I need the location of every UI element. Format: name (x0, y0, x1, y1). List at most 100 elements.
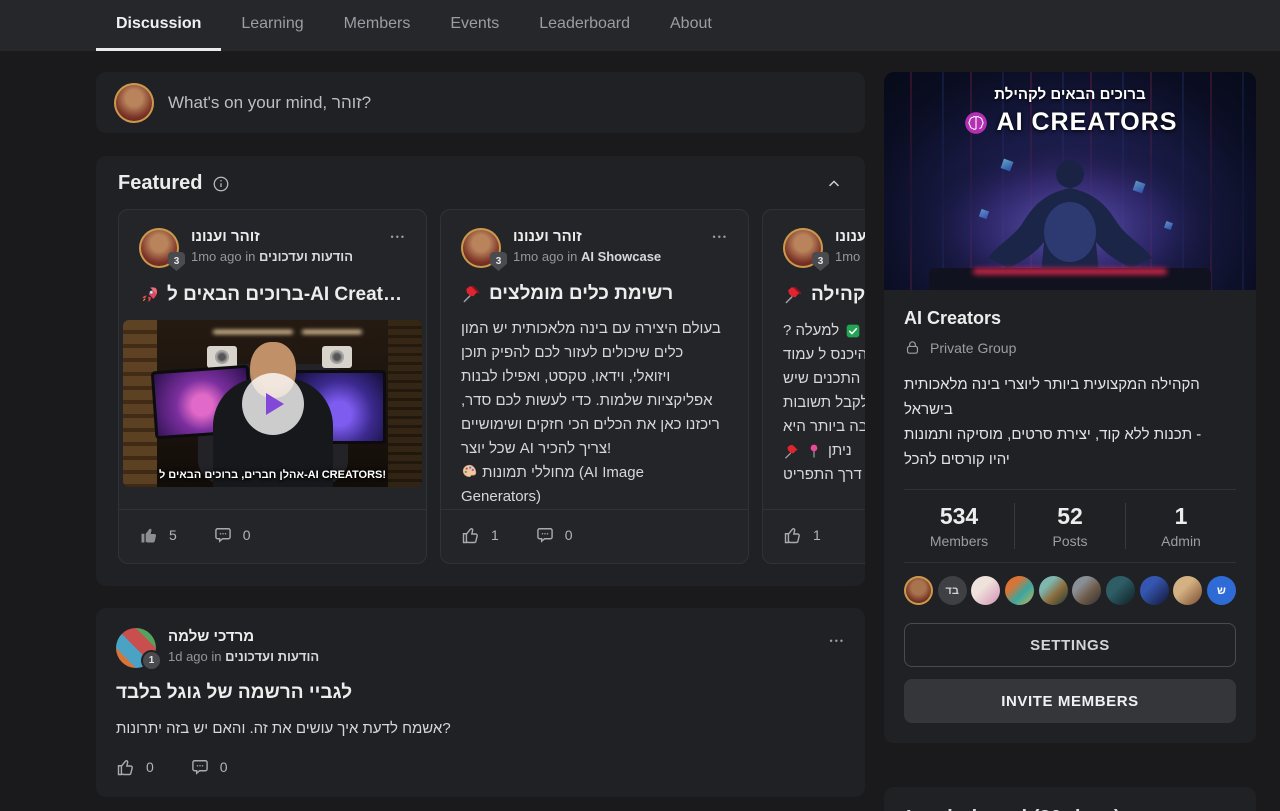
like-count: 1 (491, 527, 499, 543)
featured-card-community-clipped[interactable]: 3 זוהר וענונו 1mo קהילה (762, 209, 865, 564)
post-body: בעולם היצירה עם בינה מלאכותית יש המון כל… (461, 317, 728, 509)
play-button[interactable] (242, 373, 304, 435)
featured-card-tools[interactable]: 3 זוהר וענונו 1mo ago in AI Showcase ••• (440, 209, 749, 564)
author-name[interactable]: זוהר וענונו (191, 228, 353, 245)
post-meta: 1mo ago in הודעות ועדכונים (191, 249, 353, 264)
banner-welcome-text: ברוכים הבאים לקהילת (884, 86, 1256, 103)
comment-button[interactable]: 0 (535, 525, 573, 545)
featured-card-welcome[interactable]: 3 זוהר וענונו 1mo ago in הודעות ועדכונים… (118, 209, 427, 564)
tab-members[interactable]: Members (324, 0, 431, 51)
tab-leaderboard[interactable]: Leaderboard (519, 0, 650, 51)
comment-count: 0 (565, 527, 573, 543)
feed-column: What's on your mind, זוהר? Featured (96, 72, 865, 797)
rocket-emoji (139, 285, 159, 305)
nav-tabs: Discussion Learning Members Events Leade… (0, 0, 1280, 51)
palette-emoji (461, 463, 478, 480)
author-name[interactable]: מרדכי שלמה (168, 628, 319, 645)
video-thumbnail[interactable]: אהלן חברים, ברוכים הבאים ל-AI CREATORS! (123, 320, 422, 487)
post-footer: 1 (763, 509, 865, 545)
author-avatar[interactable]: 3 (783, 228, 823, 268)
post-category[interactable]: הודעות ועדכונים (225, 649, 319, 664)
level-badge: 3 (168, 252, 185, 271)
post-title[interactable]: ברוכים הבאים ל-AI Creat… (139, 284, 406, 306)
comment-button[interactable]: 0 (190, 757, 228, 777)
stat-posts: 52 Posts (1014, 503, 1125, 549)
leaderboard-title: Leaderboard (30-days) (906, 807, 1234, 811)
like-count: 0 (146, 759, 154, 775)
community-description: הקהילה המקצועית ביותר ליוצרי בינה מלאכות… (904, 372, 1236, 472)
tab-events[interactable]: Events (430, 0, 519, 51)
post-composer[interactable]: What's on your mind, זוהר? (96, 72, 865, 133)
member-avatar[interactable] (971, 576, 1000, 605)
member-avatar[interactable]: בד (938, 576, 967, 605)
post-title[interactable]: רשימת כלים מומלצים (461, 284, 728, 304)
post-meta: 1mo ago in AI Showcase (513, 249, 661, 264)
post-category[interactable]: AI Showcase (581, 249, 661, 264)
like-count: 5 (169, 527, 177, 543)
member-avatar[interactable] (1140, 576, 1169, 605)
author-name[interactable]: זוהר וענונו (513, 228, 661, 245)
info-icon[interactable] (212, 175, 230, 193)
stat-admins: 1 Admin (1125, 503, 1236, 549)
feed-post[interactable]: ••• 1 מרדכי שלמה 1d ago in הודעות ועדכונ… (96, 608, 865, 797)
member-avatar[interactable] (904, 576, 933, 605)
community-banner-image: ברוכים הבאים לקהילת AI CREATORS (884, 72, 1256, 290)
comment-button[interactable]: 0 (213, 525, 251, 545)
post-footer: 1 0 (441, 509, 748, 545)
member-avatar[interactable] (1173, 576, 1202, 605)
comment-count: 0 (220, 759, 228, 775)
banner-brand-text: AI CREATORS (884, 108, 1256, 137)
post-meta: 1d ago in הודעות ועדכונים (168, 649, 319, 664)
pushpin-emoji (783, 285, 803, 305)
member-avatar[interactable] (1039, 576, 1068, 605)
community-name: AI Creators (904, 308, 1236, 329)
video-caption: אהלן חברים, ברוכים הבאים ל-AI CREATORS! (123, 469, 422, 481)
post-body: אשמח לדעת איך עושים את זה. והאם יש בזה י… (116, 720, 845, 737)
composer-placeholder: What's on your mind, זוהר? (168, 93, 371, 113)
member-avatar[interactable] (1106, 576, 1135, 605)
community-sidebar: ברוכים הבאים לקהילת AI CREATORS AI Creat… (884, 72, 1256, 811)
post-body: ? למעלה היכנס ל עמוד התכנים שיש לקבל תשו… (783, 319, 865, 487)
tab-learning[interactable]: Learning (221, 0, 323, 51)
pushpin-emoji (783, 443, 800, 460)
like-button[interactable]: 1 (783, 525, 821, 545)
level-badge: 3 (812, 252, 829, 271)
level-badge: 1 (141, 650, 162, 671)
member-avatar[interactable]: ש (1207, 576, 1236, 605)
community-stats: 534 Members 52 Posts 1 Admin (904, 490, 1236, 562)
author-avatar[interactable]: 3 (461, 228, 501, 268)
community-card: ברוכים הבאים לקהילת AI CREATORS AI Creat… (884, 72, 1256, 743)
post-category[interactable]: הודעות ועדכונים (259, 249, 353, 264)
privacy-row: Private Group (904, 339, 1236, 356)
author-name[interactable]: זוהר וענונו (835, 228, 865, 245)
lock-icon (904, 339, 921, 356)
post-menu-button[interactable]: ••• (713, 228, 728, 242)
author-avatar[interactable]: 1 (116, 628, 156, 668)
comment-count: 0 (243, 527, 251, 543)
like-button[interactable]: 1 (461, 525, 499, 545)
member-avatars-row: בד ש (904, 563, 1236, 609)
member-avatar[interactable] (1072, 576, 1101, 605)
post-header: 3 זוהר וענונו 1mo ago in AI Showcase ••• (461, 228, 728, 268)
settings-button[interactable]: SETTINGS (904, 623, 1236, 667)
post-header: 3 זוהר וענונו 1mo (783, 228, 865, 268)
post-menu-button[interactable]: ••• (830, 632, 845, 646)
check-emoji (845, 323, 861, 339)
brain-icon (963, 110, 989, 136)
featured-section: Featured 3 זוהר ו (96, 156, 865, 586)
post-title[interactable]: קהילה (783, 284, 865, 306)
member-avatar[interactable] (1005, 576, 1034, 605)
post-footer: 5 0 (119, 509, 426, 545)
post-title[interactable]: לגביי הרשמה של גוגל בלבד (116, 682, 845, 704)
like-count: 1 (813, 527, 821, 543)
post-menu-button[interactable]: ••• (391, 228, 406, 242)
current-user-avatar[interactable] (114, 83, 154, 123)
chevron-up-icon[interactable] (825, 175, 843, 193)
like-button[interactable]: 0 (116, 757, 154, 777)
author-avatar[interactable]: 3 (139, 228, 179, 268)
tab-about[interactable]: About (650, 0, 732, 51)
featured-title: Featured (118, 172, 202, 195)
invite-members-button[interactable]: INVITE MEMBERS (904, 679, 1236, 723)
tab-discussion[interactable]: Discussion (96, 0, 221, 51)
like-button[interactable]: 5 (139, 525, 177, 545)
